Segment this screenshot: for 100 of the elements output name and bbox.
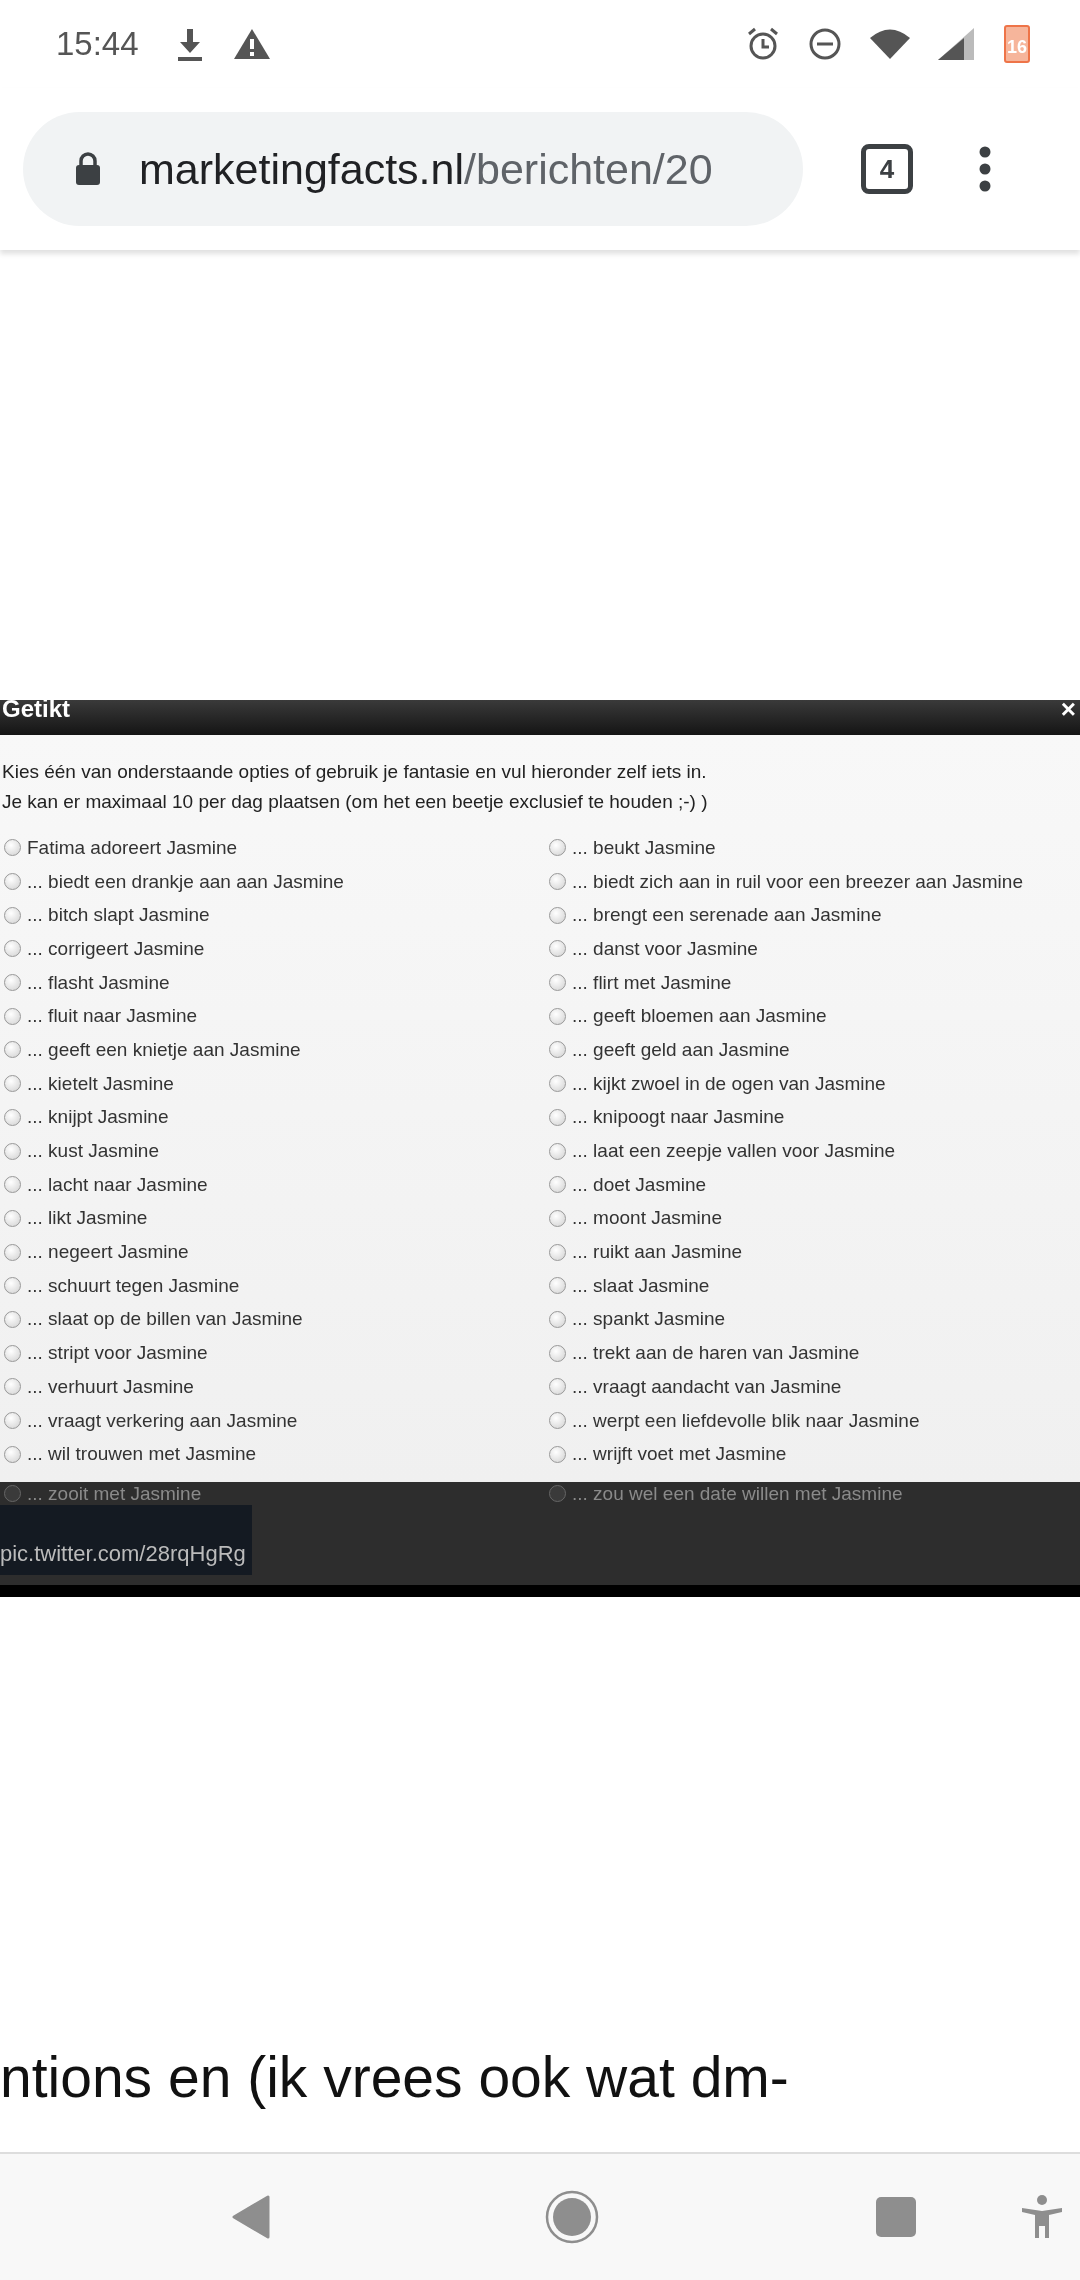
- radio-button[interactable]: [549, 1075, 566, 1093]
- option-label: ... trekt aan de haren van Jasmine: [572, 1342, 860, 1365]
- option-label: ... zooit met Jasmine: [27, 1482, 202, 1505]
- option-label: ... kietelt Jasmine: [27, 1072, 174, 1095]
- option-label: ... spankt Jasmine: [572, 1308, 726, 1331]
- option-label: ... zou wel een date willen met Jasmine: [572, 1482, 903, 1505]
- radio-button[interactable]: [4, 839, 21, 857]
- warning-icon: [232, 28, 271, 60]
- option-label: ... knipoogt naar Jasmine: [572, 1106, 785, 1129]
- option-label: ... geeft geld aan Jasmine: [572, 1038, 790, 1061]
- close-button[interactable]: ×: [1056, 700, 1080, 718]
- option-label: ... danst voor Jasmine: [572, 937, 758, 960]
- do-not-disturb-icon: [808, 27, 842, 61]
- option-label: ... laat een zeepje vallen voor Jasmine: [572, 1140, 896, 1163]
- radio-button[interactable]: [549, 1142, 566, 1160]
- option-label: ... negeert Jasmine: [27, 1241, 189, 1264]
- accessibility-icon[interactable]: [1021, 2195, 1063, 2239]
- option-label: ... slaat op de billen van Jasmine: [27, 1308, 303, 1331]
- option-label: ... doet Jasmine: [572, 1173, 707, 1196]
- radio-button[interactable]: [4, 940, 21, 958]
- option-label: ... beukt Jasmine: [572, 836, 716, 859]
- option-label: ... moont Jasmine: [572, 1207, 722, 1230]
- radio-button[interactable]: [4, 1243, 21, 1261]
- radio-button[interactable]: [549, 906, 566, 924]
- status-time: 15:44: [56, 25, 139, 63]
- radio-button[interactable]: [549, 1209, 566, 1227]
- option-label: ... flirt met Jasmine: [572, 971, 732, 994]
- option-label: ... fluit naar Jasmine: [27, 1005, 198, 1028]
- radio-button[interactable]: [549, 1378, 566, 1396]
- radio-button[interactable]: [4, 1075, 21, 1093]
- radio-button[interactable]: [549, 1007, 566, 1025]
- radio-button[interactable]: [4, 1412, 21, 1430]
- radio-button[interactable]: [549, 940, 566, 958]
- alarm-icon: [746, 27, 780, 61]
- radio-button[interactable]: [549, 1485, 566, 1503]
- radio-button[interactable]: [4, 1108, 21, 1126]
- battery-icon: 16: [1004, 25, 1030, 63]
- radio-button[interactable]: [4, 1344, 21, 1362]
- radio-button[interactable]: [549, 1243, 566, 1261]
- option-label: ... wil trouwen met Jasmine: [27, 1443, 257, 1466]
- option-label: ... slaat Jasmine: [572, 1274, 710, 1297]
- menu-icon[interactable]: [978, 146, 992, 192]
- radio-button[interactable]: [4, 1142, 21, 1160]
- radio-button[interactable]: [4, 1176, 21, 1194]
- radio-button[interactable]: [4, 1209, 21, 1227]
- option-label: ... brengt een serenade aan Jasmine: [572, 904, 882, 927]
- option-label: ... kijkt zwoel in de ogen van Jasmine: [572, 1072, 886, 1095]
- radio-button[interactable]: [549, 1412, 566, 1430]
- option-label: ... geeft bloemen aan Jasmine: [572, 1005, 827, 1028]
- option-label: ... corrigeert Jasmine: [27, 937, 205, 960]
- radio-button[interactable]: [4, 1041, 21, 1059]
- article-text: ntions en (ik vrees ook wat dm-: [0, 2044, 790, 2111]
- option-label: ... werpt een liefdevolle blik naar Jasmine: [572, 1409, 920, 1432]
- option-label: ... verhuurt Jasmine: [27, 1375, 194, 1398]
- radio-button[interactable]: [4, 974, 21, 992]
- back-icon[interactable]: [232, 2195, 270, 2239]
- option-label: ... vraagt verkering aan Jasmine: [27, 1409, 298, 1432]
- radio-button[interactable]: [4, 1445, 21, 1463]
- tab-count-button[interactable]: 4: [861, 144, 913, 194]
- option-label: ... knijpt Jasmine: [27, 1106, 169, 1129]
- radio-button[interactable]: [4, 873, 21, 891]
- option-label: ... schuurt tegen Jasmine: [27, 1274, 240, 1297]
- radio-button[interactable]: [4, 1007, 21, 1025]
- instruction-text: Kies één van onderstaande opties of gebruik je fantasie en vul hieronder zelf iets in.: [2, 760, 708, 784]
- instruction-text: Je kan er maximaal 10 per dag plaatsen (om het een beetje exclusief te houden ;-) ): [2, 790, 709, 814]
- radio-button[interactable]: [549, 839, 566, 857]
- lock-icon: [75, 152, 101, 186]
- radio-button[interactable]: [4, 906, 21, 924]
- radio-button[interactable]: [549, 873, 566, 891]
- radio-button[interactable]: [4, 1485, 21, 1503]
- option-label: ... vraagt aandacht van Jasmine: [572, 1375, 842, 1398]
- url-text: marketingfacts.nl/berichten/20: [139, 144, 713, 194]
- option-label: ... lacht naar Jasmine: [27, 1173, 208, 1196]
- radio-button[interactable]: [549, 974, 566, 992]
- radio-button[interactable]: [549, 1176, 566, 1194]
- radio-button[interactable]: [4, 1310, 21, 1328]
- radio-button[interactable]: [4, 1277, 21, 1295]
- option-label: ... wrijft voet met Jasmine: [572, 1443, 787, 1466]
- radio-button[interactable]: [549, 1041, 566, 1059]
- option-label: ... ruikt aan Jasmine: [572, 1241, 743, 1264]
- option-label: ... kust Jasmine: [27, 1140, 159, 1163]
- dialog-title: Getikt: [2, 698, 70, 720]
- radio-button[interactable]: [549, 1344, 566, 1362]
- option-label: ... likt Jasmine: [27, 1207, 148, 1230]
- radio-button[interactable]: [4, 1378, 21, 1396]
- option-label: ... biedt zich aan in ruil voor een breezer aan Jasmine: [572, 870, 1023, 893]
- option-label: ... bitch slapt Jasmine: [27, 904, 210, 927]
- radio-button[interactable]: [549, 1108, 566, 1126]
- option-label: ... flasht Jasmine: [27, 971, 170, 994]
- option-label: ... stript voor Jasmine: [27, 1342, 208, 1365]
- option-label: Fatima adoreert Jasmine: [27, 836, 238, 859]
- home-icon[interactable]: [545, 2190, 599, 2244]
- wifi-icon: [870, 29, 910, 59]
- option-label: ... geeft een knietje aan Jasmine: [27, 1038, 301, 1061]
- tweet-link[interactable]: pic.twitter.com/28rqHgRg: [0, 1505, 252, 1575]
- address-bar[interactable]: marketingfacts.nl/berichten/20: [23, 112, 803, 226]
- radio-button[interactable]: [549, 1445, 566, 1463]
- radio-button[interactable]: [549, 1277, 566, 1295]
- option-label: ... biedt een drankje aan aan Jasmine: [27, 870, 344, 893]
- radio-button[interactable]: [549, 1310, 566, 1328]
